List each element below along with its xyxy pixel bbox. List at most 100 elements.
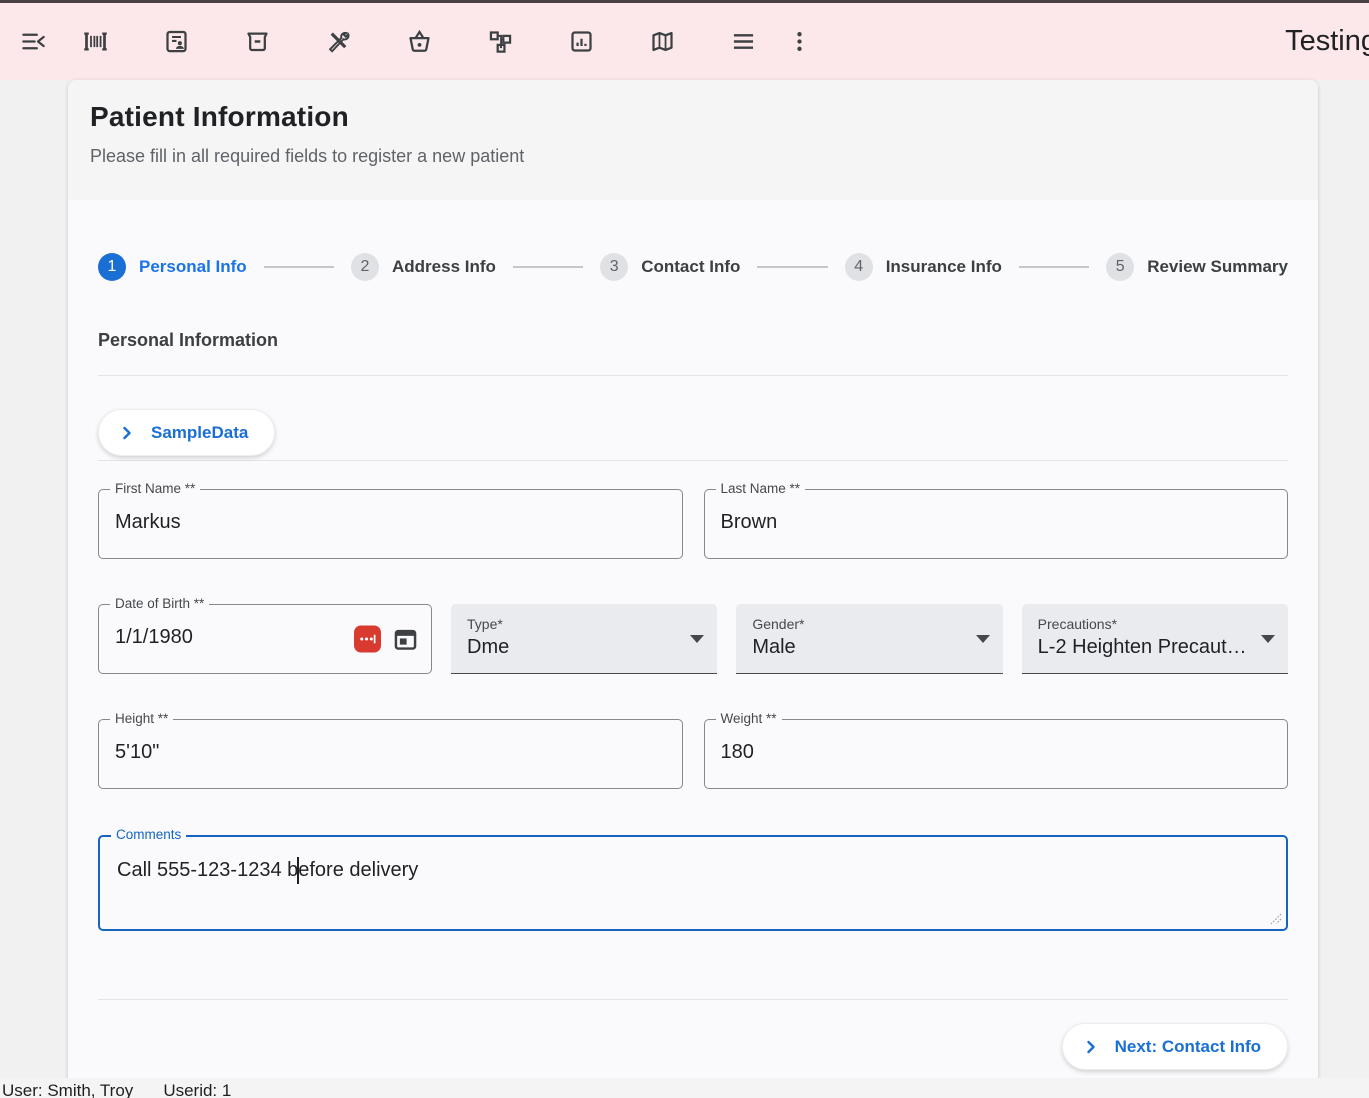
card-form: 1 Personal Info 2 Address Info 3 Contact… — [68, 200, 1318, 1078]
date-of-birth-field[interactable]: Date of Birth ** 1/1/1980 — [98, 604, 432, 674]
status-bar: User: Smith, Troy Userid: 1 — [0, 1078, 1369, 1098]
schema-button[interactable] — [476, 18, 524, 66]
container-icon — [244, 28, 271, 55]
status-user: User: Smith, Troy — [2, 1081, 133, 1098]
tools-button[interactable] — [314, 18, 362, 66]
analytics-button[interactable] — [557, 18, 605, 66]
next-contact-info-button[interactable]: Next: Contact Info — [1062, 1023, 1288, 1070]
first-name-value: Markus — [115, 511, 181, 534]
tools-icon — [325, 28, 352, 55]
step-connector — [513, 266, 583, 268]
height-weight-row: Height ** 5'10" Weight ** 180 — [98, 719, 1288, 789]
step-circle: 4 — [845, 253, 873, 281]
last-name-field[interactable]: Last Name ** Brown — [704, 489, 1289, 559]
schema-icon — [487, 28, 514, 55]
chevron-right-icon — [119, 425, 135, 441]
container-button[interactable] — [233, 18, 281, 66]
type-value: Dme — [467, 636, 683, 659]
divider — [98, 460, 1288, 461]
input-tool-button[interactable] — [354, 626, 381, 653]
calendar-icon — [392, 626, 419, 653]
step-connector — [757, 266, 827, 268]
chevron-right-icon — [1083, 1039, 1099, 1055]
dropdown-arrow-icon — [1261, 635, 1275, 643]
menu-icon — [730, 28, 757, 55]
step-connector — [1019, 266, 1089, 268]
barcode-icon — [82, 28, 109, 55]
barcode-button[interactable] — [71, 18, 119, 66]
step-label: Contact Info — [641, 257, 740, 277]
step-circle: 5 — [1106, 253, 1134, 281]
dob-type-gender-row: Date of Birth ** 1/1/1980 — [98, 604, 1288, 674]
card-header: Patient Information Please fill in all r… — [68, 80, 1318, 200]
date-of-birth-label: Date of Birth ** — [110, 596, 209, 611]
step-label: Address Info — [392, 257, 496, 277]
resize-handle-icon[interactable] — [1270, 913, 1282, 925]
first-name-label: First Name ** — [110, 481, 200, 496]
map-icon — [649, 28, 676, 55]
step-label: Personal Info — [139, 257, 247, 277]
kebab-menu-button[interactable] — [775, 18, 823, 66]
height-label: Height ** — [110, 711, 173, 726]
menu-button[interactable] — [719, 18, 767, 66]
actions-row: Next: Contact Info — [98, 1023, 1288, 1070]
page-title: Patient Information — [90, 101, 1296, 133]
precautions-value: L-2 Heighten Precaut… — [1038, 636, 1254, 659]
sample-data-label: SampleData — [151, 423, 248, 443]
basket-button[interactable] — [395, 18, 443, 66]
weight-value: 180 — [721, 741, 754, 764]
step-circle: 2 — [351, 253, 379, 281]
basket-icon — [406, 28, 433, 55]
dropdown-arrow-icon — [976, 635, 990, 643]
divider — [98, 999, 1288, 1000]
gender-value: Male — [752, 636, 968, 659]
app-title: Testing — [1285, 25, 1369, 58]
patient-record-icon — [163, 28, 190, 55]
sample-data-button[interactable]: SampleData — [98, 409, 275, 456]
toolbar: Testing — [0, 3, 1369, 80]
step-insurance-info[interactable]: 4 Insurance Info — [845, 253, 1002, 281]
map-button[interactable] — [638, 18, 686, 66]
weight-field[interactable]: Weight ** 180 — [704, 719, 1289, 789]
step-connector — [264, 266, 334, 268]
height-value: 5'10" — [115, 741, 159, 764]
step-circle: 3 — [600, 253, 628, 281]
text-cursor — [297, 857, 299, 884]
page-background: Patient Information Please fill in all r… — [0, 80, 1369, 1078]
step-personal-info[interactable]: 1 Personal Info — [98, 253, 247, 281]
step-review-summary[interactable]: 5 Review Summary — [1106, 253, 1288, 281]
type-label: Type* — [467, 616, 683, 632]
section-title: Personal Information — [98, 330, 1288, 351]
divider — [98, 375, 1288, 376]
last-name-value: Brown — [721, 511, 778, 534]
kebab-icon — [786, 28, 813, 55]
name-row: First Name ** Markus Last Name ** Brown — [98, 489, 1288, 559]
step-address-info[interactable]: 2 Address Info — [351, 253, 496, 281]
date-of-birth-value: 1/1/1980 — [115, 626, 193, 649]
patient-record-button[interactable] — [152, 18, 200, 66]
precautions-select[interactable]: Precautions* L-2 Heighten Precaut… — [1022, 604, 1288, 674]
last-name-label: Last Name ** — [716, 481, 806, 496]
menu-open-icon — [20, 28, 47, 55]
step-label: Insurance Info — [886, 257, 1002, 277]
first-name-field[interactable]: First Name ** Markus — [98, 489, 683, 559]
comments-label: Comments — [111, 827, 186, 842]
patient-form-card: Patient Information Please fill in all r… — [68, 80, 1318, 1078]
menu-open-button[interactable] — [9, 18, 57, 66]
height-field[interactable]: Height ** 5'10" — [98, 719, 683, 789]
gender-select[interactable]: Gender* Male — [736, 604, 1002, 674]
calendar-picker-button[interactable] — [392, 626, 419, 653]
step-label: Review Summary — [1147, 257, 1288, 277]
gender-label: Gender* — [752, 616, 968, 632]
weight-label: Weight ** — [716, 711, 782, 726]
step-contact-info[interactable]: 3 Contact Info — [600, 253, 740, 281]
analytics-icon — [568, 28, 595, 55]
page-subtitle: Please fill in all required fields to re… — [90, 146, 1296, 167]
comments-textarea[interactable]: Comments Call 555-123-1234 before delive… — [98, 835, 1288, 931]
dropdown-arrow-icon — [690, 635, 704, 643]
precautions-label: Precautions* — [1038, 616, 1254, 632]
date-field-icons — [354, 626, 419, 653]
stepper: 1 Personal Info 2 Address Info 3 Contact… — [98, 200, 1288, 281]
next-button-label: Next: Contact Info — [1115, 1037, 1261, 1057]
type-select[interactable]: Type* Dme — [451, 604, 717, 674]
